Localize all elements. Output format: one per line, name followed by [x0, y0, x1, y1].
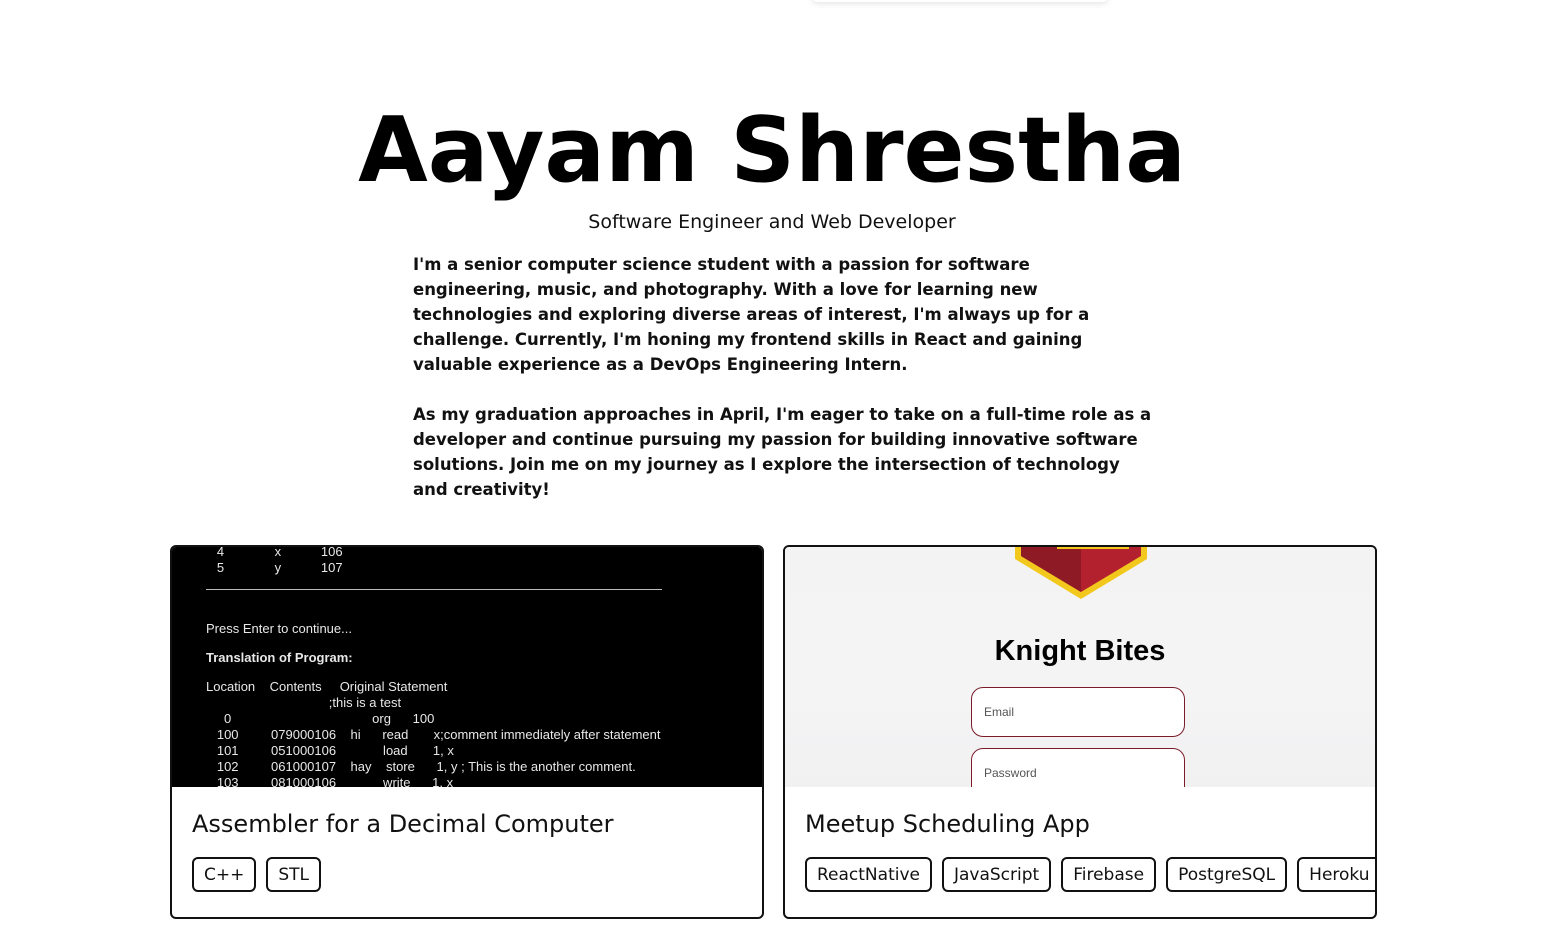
- project-title[interactable]: Assembler for a Decimal Computer: [192, 809, 614, 839]
- navbar-edge: [812, 0, 1108, 2]
- shield-logo-icon: [1015, 547, 1147, 599]
- project-card-assembler[interactable]: 4 x 106 5 y 107 Press Enter to continue.…: [170, 545, 764, 919]
- app-title: Knight Bites: [994, 635, 1166, 667]
- page-subtitle: Software Engineer and Web Developer: [588, 211, 956, 233]
- tech-tag: Firebase: [1061, 857, 1157, 892]
- password-field: Password: [971, 748, 1185, 787]
- page-title: Aayam Shrestha: [358, 98, 1186, 203]
- tech-tags: C++ STL: [192, 857, 322, 892]
- hero: Aayam Shrestha Software Engineer and Web…: [0, 96, 1544, 234]
- bio-paragraph-2: As my graduation approaches in April, I'…: [413, 405, 1152, 499]
- terminal-line: ;this is a test: [206, 695, 402, 710]
- email-field: Email: [971, 687, 1185, 737]
- terminal-line: 0 org 100: [206, 711, 435, 726]
- terminal-line: 5 y 107: [206, 560, 343, 575]
- tech-tag: JavaScript: [941, 857, 1052, 892]
- terminal-line: Location Contents Original Statement: [206, 679, 448, 694]
- tech-tag: C++: [192, 857, 257, 892]
- terminal-line: Press Enter to continue...: [206, 621, 352, 636]
- project-title[interactable]: Meetup Scheduling App: [805, 809, 1090, 839]
- project-card-meetup[interactable]: Knight Bites Email Password Meetup Sched…: [783, 545, 1377, 919]
- tech-tag: STL: [266, 857, 322, 892]
- terminal-line: 101 051000106 load 1, x: [206, 743, 454, 758]
- tech-tags: ReactNative JavaScript Firebase PostgreS…: [805, 857, 1375, 892]
- tech-tag: ReactNative: [805, 857, 932, 892]
- terminal-line: 100 079000106 hi read x;comment immediat…: [206, 727, 661, 742]
- terminal-line: 102 061000107 hay store 1, y ; This is t…: [206, 759, 636, 774]
- terminal-line: 4 x 106: [206, 547, 343, 559]
- terminal-line: 103 081000106 write 1, x: [206, 775, 454, 787]
- project-thumbnail-terminal: 4 x 106 5 y 107 Press Enter to continue.…: [172, 547, 762, 787]
- terminal-divider: [206, 589, 662, 590]
- bio: I'm a senior computer science student wi…: [413, 252, 1153, 527]
- project-thumbnail-app: Knight Bites Email Password: [785, 547, 1375, 787]
- bio-paragraph-1: I'm a senior computer science student wi…: [413, 255, 1090, 374]
- tech-tag: PostgreSQL: [1166, 857, 1288, 892]
- terminal-line: Translation of Program:: [206, 650, 353, 665]
- tech-tag: Heroku: [1297, 857, 1375, 892]
